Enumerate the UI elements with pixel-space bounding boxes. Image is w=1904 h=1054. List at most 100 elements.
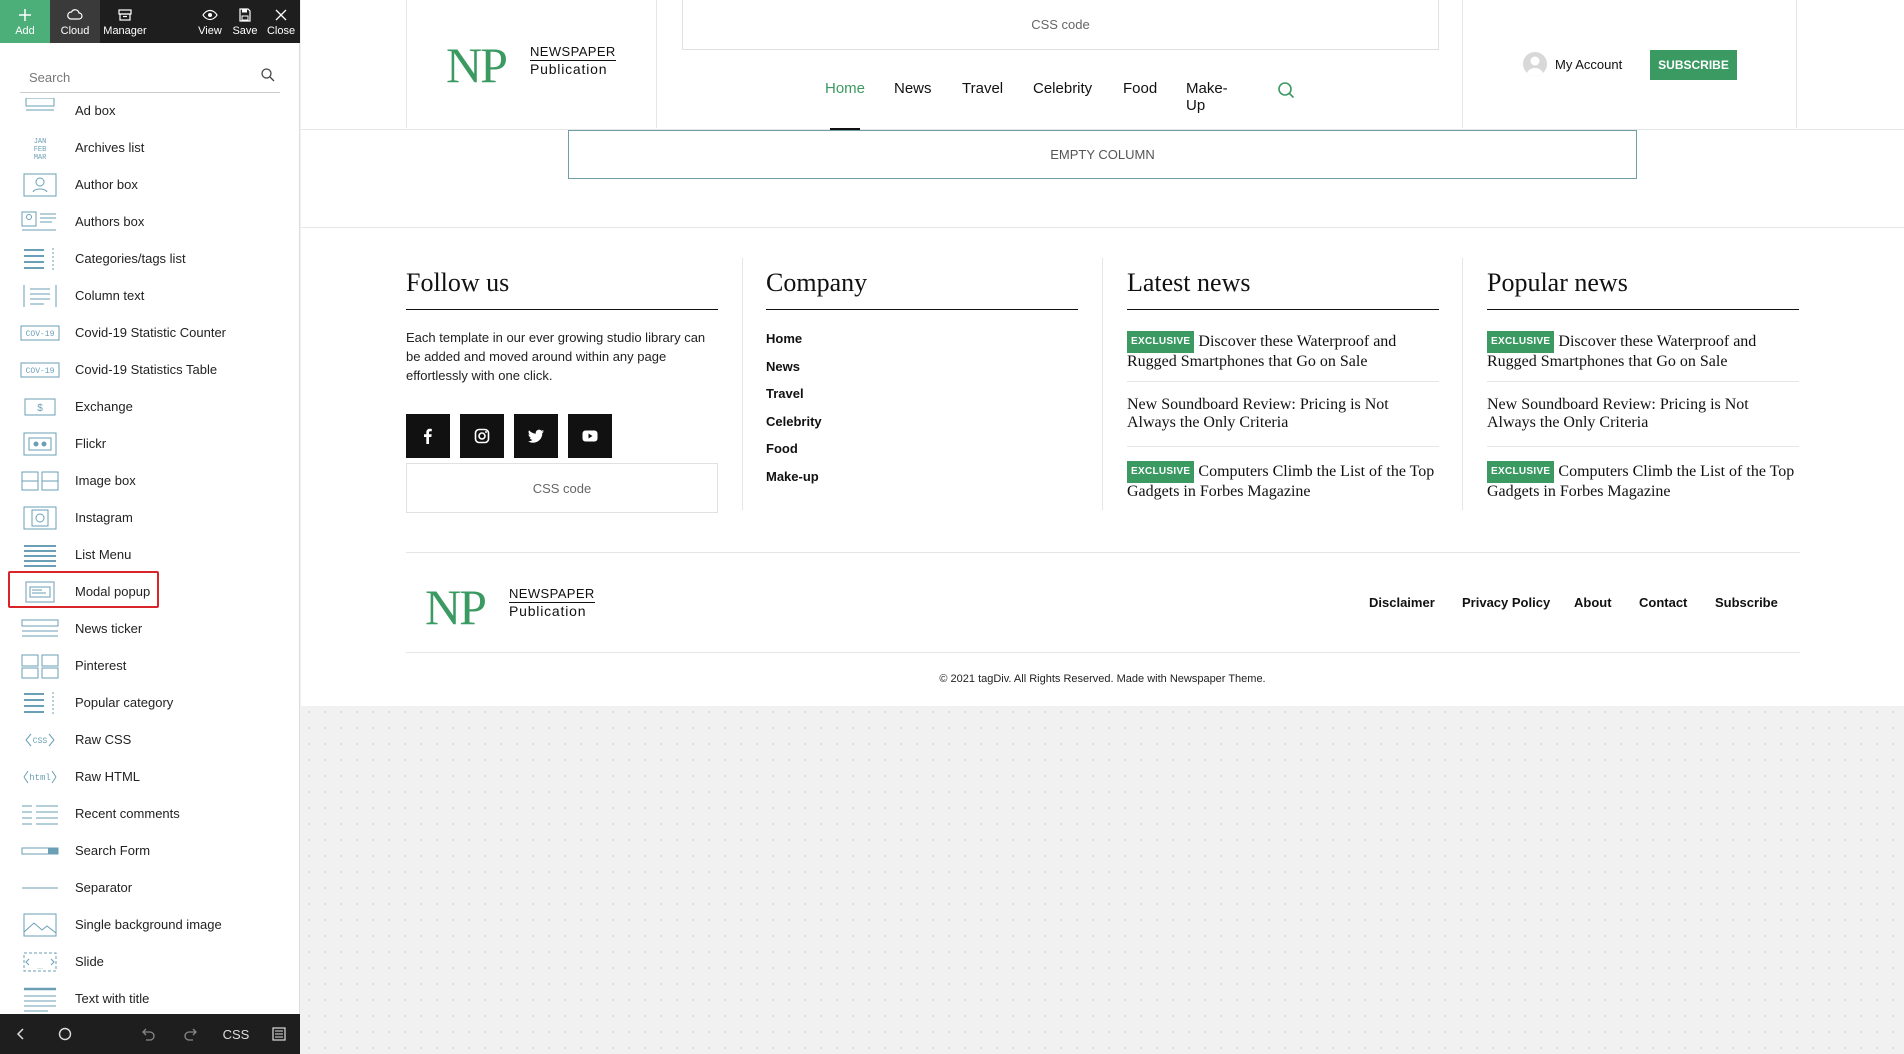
pinterest-icon bbox=[21, 654, 59, 679]
empty-column[interactable]: EMPTY COLUMN bbox=[568, 130, 1637, 179]
view-button[interactable]: View bbox=[193, 0, 227, 43]
footer-link-contact[interactable]: Contact bbox=[1639, 595, 1687, 610]
responsive-button[interactable] bbox=[52, 1014, 78, 1054]
element-news-ticker[interactable]: News ticker bbox=[0, 612, 300, 646]
nav-item-makeup[interactable]: Make-Up bbox=[1186, 80, 1228, 114]
element-pinterest[interactable]: Pinterest bbox=[0, 649, 300, 683]
news-divider bbox=[1127, 446, 1439, 447]
footer-link-privacy[interactable]: Privacy Policy bbox=[1462, 595, 1550, 610]
layers-button[interactable] bbox=[266, 1014, 292, 1054]
element-archives-list[interactable]: JAN FEB MAR Archives list bbox=[0, 131, 300, 165]
archives-list-icon: JANFEBMAR bbox=[34, 138, 47, 161]
popular-news-item[interactable]: New Soundboard Review: Pricing is Not Al… bbox=[1487, 396, 1799, 432]
footer-link-subscribe[interactable]: Subscribe bbox=[1715, 595, 1778, 610]
css-code-block[interactable]: CSS code bbox=[682, 0, 1439, 50]
page-builder-app: Add Cloud Manager View Save Close Search… bbox=[0, 0, 1904, 1054]
element-separator[interactable]: Separator bbox=[0, 871, 300, 905]
save-icon bbox=[239, 7, 251, 22]
popular-news-item[interactable]: EXCLUSIVE Discover these Waterproof and R… bbox=[1487, 331, 1799, 371]
redo-button[interactable] bbox=[178, 1014, 204, 1054]
popular-news-item[interactable]: EXCLUSIVE Computers Climb the List of the… bbox=[1487, 461, 1799, 501]
company-link-travel[interactable]: Travel bbox=[766, 386, 804, 401]
latest-news-item[interactable]: EXCLUSIVE Computers Climb the List of the… bbox=[1127, 461, 1439, 501]
footer-divider bbox=[406, 652, 1800, 653]
subscribe-button[interactable]: SUBSCRIBE bbox=[1650, 50, 1737, 80]
undo-button[interactable] bbox=[135, 1014, 161, 1054]
element-categories-tags-list[interactable]: Categories/tags list bbox=[0, 242, 300, 276]
element-instagram[interactable]: Instagram bbox=[0, 501, 300, 535]
element-label: List Menu bbox=[75, 547, 132, 562]
footer-link-about[interactable]: About bbox=[1574, 595, 1612, 610]
manager-icon bbox=[118, 8, 132, 21]
instagram-button[interactable] bbox=[460, 414, 504, 458]
nav-item-food[interactable]: Food bbox=[1123, 80, 1157, 97]
element-label: Covid-19 Statistic Counter bbox=[75, 325, 227, 340]
css-label: CSS bbox=[222, 1026, 250, 1042]
manager-button[interactable]: Manager bbox=[100, 0, 150, 43]
element-authors-box[interactable]: Authors box bbox=[0, 205, 300, 239]
element-flickr[interactable]: Flickr bbox=[0, 427, 300, 461]
element-image-box[interactable]: Image box bbox=[0, 464, 300, 498]
save-button[interactable]: Save bbox=[228, 0, 262, 43]
element-author-box[interactable]: Author box bbox=[0, 168, 300, 202]
company-link-news[interactable]: News bbox=[766, 359, 800, 374]
my-account-link[interactable]: My Account bbox=[1523, 52, 1641, 77]
nav-item-home[interactable]: Home bbox=[825, 80, 865, 97]
background-image-icon bbox=[23, 913, 57, 937]
close-button[interactable]: Close bbox=[264, 0, 298, 43]
nav-item-news[interactable]: News bbox=[894, 80, 932, 97]
latest-news-item[interactable]: EXCLUSIVE Discover these Waterproof and R… bbox=[1127, 331, 1439, 371]
follow-us-title: Follow us bbox=[406, 268, 510, 297]
element-exchange[interactable]: $ Exchange bbox=[0, 390, 300, 424]
element-covid-19-statistics-table[interactable]: COV-19 Covid-19 Statistics Table bbox=[0, 353, 300, 387]
company-link-food[interactable]: Food bbox=[766, 441, 798, 456]
css-code-block[interactable]: CSS code bbox=[406, 463, 718, 513]
search-input[interactable]: Search bbox=[20, 60, 280, 93]
company-link-home[interactable]: Home bbox=[766, 331, 802, 346]
latest-news-item[interactable]: New Soundboard Review: Pricing is Not Al… bbox=[1127, 396, 1439, 432]
company-link-celebrity[interactable]: Celebrity bbox=[766, 414, 822, 429]
search-icon[interactable] bbox=[1277, 81, 1295, 99]
element-text-with-title[interactable]: Text with title bbox=[0, 982, 300, 1016]
manager-label: Manager bbox=[103, 24, 147, 37]
company-link-makeup[interactable]: Make-up bbox=[766, 469, 819, 484]
title-rule bbox=[406, 309, 718, 310]
element-single-background-image[interactable]: Single background image bbox=[0, 908, 300, 942]
element-covid-19-statistic-counter[interactable]: COV-19 Covid-19 Statistic Counter bbox=[0, 316, 300, 350]
element-search-form[interactable]: Search Form bbox=[0, 834, 300, 868]
element-column-text[interactable]: Column text bbox=[0, 279, 300, 313]
facebook-button[interactable] bbox=[406, 414, 450, 458]
element-label: Raw HTML bbox=[75, 769, 141, 784]
svg-text:COV-19: COV-19 bbox=[26, 367, 55, 376]
element-label: Image box bbox=[75, 473, 136, 488]
twitter-button[interactable] bbox=[514, 414, 558, 458]
youtube-button[interactable] bbox=[568, 414, 612, 458]
element-label: News ticker bbox=[75, 621, 143, 636]
css-button[interactable]: CSS bbox=[221, 1014, 251, 1054]
element-raw-css[interactable]: CSS Raw CSS bbox=[0, 723, 300, 757]
nav-item-celebrity[interactable]: Celebrity bbox=[1033, 80, 1092, 97]
element-recent-comments[interactable]: Recent comments bbox=[0, 797, 300, 831]
cloud-button[interactable]: Cloud bbox=[50, 0, 100, 43]
element-slide[interactable]: ... Slide bbox=[0, 945, 300, 979]
page-content: NP NEWSPAPER Publication CSS code Home N… bbox=[301, 0, 1904, 706]
authors-box-icon bbox=[21, 211, 56, 231]
modal-popup-highlight bbox=[8, 571, 159, 608]
element-list-menu[interactable]: List Menu bbox=[0, 538, 300, 572]
add-button[interactable]: Add bbox=[0, 0, 50, 43]
collapse-button[interactable] bbox=[8, 1014, 34, 1054]
cloud-icon bbox=[67, 8, 83, 20]
search-icon[interactable] bbox=[260, 67, 276, 83]
footer-link-disclaimer[interactable]: Disclaimer bbox=[1369, 595, 1435, 610]
svg-text:$: $ bbox=[37, 403, 43, 414]
element-ad-box[interactable]: Ad box bbox=[0, 94, 300, 128]
search-placeholder: Search bbox=[29, 70, 71, 85]
nav-item-travel[interactable]: Travel bbox=[962, 80, 1003, 97]
bottom-toolbar: CSS bbox=[0, 1014, 300, 1054]
element-popular-category[interactable]: Popular category bbox=[0, 686, 300, 720]
element-raw-html[interactable]: html Raw HTML bbox=[0, 760, 300, 794]
element-label: Categories/tags list bbox=[75, 251, 186, 266]
element-label: Text with title bbox=[75, 991, 150, 1006]
avatar bbox=[1523, 52, 1547, 76]
element-label: Separator bbox=[75, 880, 133, 895]
